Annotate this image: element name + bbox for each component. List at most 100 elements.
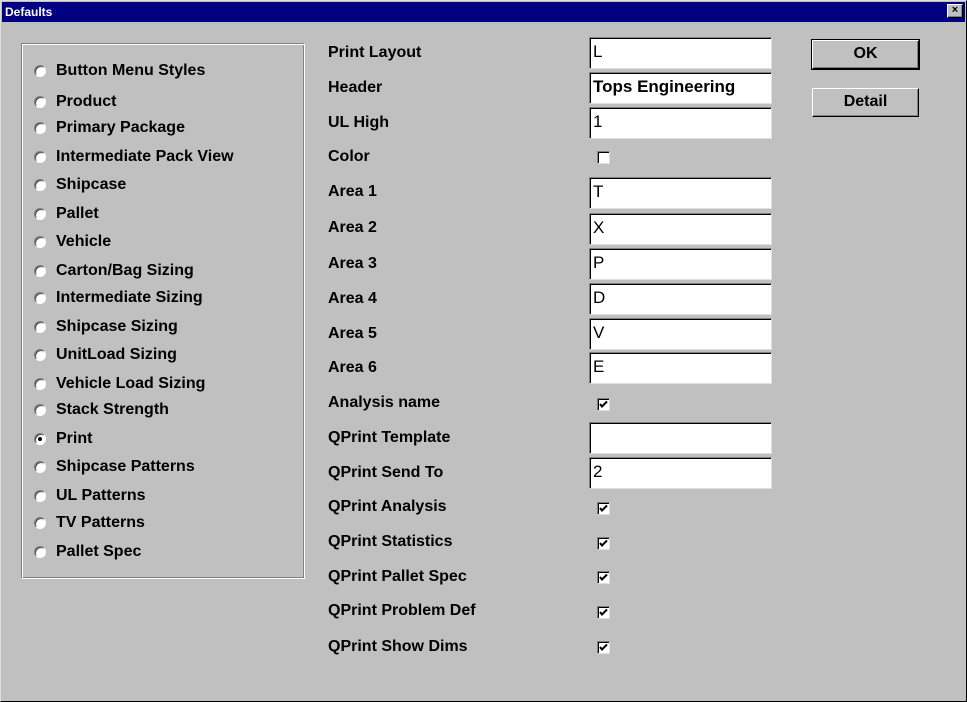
ok-button[interactable]: OK [811,39,920,70]
checkmark-icon [599,608,608,616]
radio-shipcase-sizing[interactable]: Shipcase Sizing [34,317,178,337]
radio-label: Shipcase [56,176,127,193]
area-6-field[interactable]: E [589,352,772,384]
radio-selected-icon [34,433,46,445]
area-5-field[interactable]: V [589,318,772,350]
radio-primary-package[interactable]: Primary Package [34,118,185,138]
radio-shipcase[interactable]: Shipcase [34,175,126,195]
radio-label: UL Patterns [56,487,146,504]
close-button[interactable]: × [947,4,963,18]
header-field[interactable]: Tops Engineering [589,72,772,104]
radio-icon [34,292,46,304]
checkmark-icon [599,504,608,512]
label-area-5: Area 5 [328,325,377,342]
label-area-1: Area 1 [328,183,377,200]
defaults-dialog: Defaults × Button Menu Styles Product Pr… [0,0,967,702]
label-color: Color [328,148,370,165]
area-1-field[interactable]: T [589,177,772,209]
radio-label: Intermediate Sizing [56,289,203,306]
radio-label: UnitLoad Sizing [56,346,177,363]
radio-icon [34,96,46,108]
radio-icon [34,179,46,191]
checkmark-icon [599,539,608,547]
label-qprint-template: QPrint Template [328,429,451,446]
label-area-3: Area 3 [328,255,377,272]
checkmark-icon [599,643,608,651]
radio-icon [34,517,46,529]
radio-icon [34,122,46,134]
radio-label: Shipcase Sizing [56,318,178,335]
qprint-statistics-checkbox[interactable] [597,537,610,550]
radio-pallet[interactable]: Pallet [34,204,99,224]
radio-stack-strength[interactable]: Stack Strength [34,400,169,420]
radio-print[interactable]: Print [34,429,92,449]
radio-icon [34,236,46,248]
label-area-4: Area 4 [328,290,377,307]
ul-high-field[interactable]: 1 [589,107,772,139]
checkmark-icon [599,400,608,408]
label-ul-high: UL High [328,114,390,131]
qprint-template-field[interactable] [589,422,772,454]
radio-product[interactable]: Product [34,92,116,112]
label-qprint-show-dims: QPrint Show Dims [328,638,468,655]
label-qprint-analysis: QPrint Analysis [328,498,447,515]
label-qprint-send-to: QPrint Send To [328,464,444,481]
qprint-problem-def-checkbox[interactable] [597,606,610,619]
radio-icon [34,546,46,558]
window-title: Defaults [5,5,53,19]
qprint-show-dims-checkbox[interactable] [597,641,610,654]
radio-icon [34,404,46,416]
label-header: Header [328,79,383,96]
label-qprint-statistics: QPrint Statistics [328,533,453,550]
analysis-name-checkbox[interactable] [597,398,610,411]
radio-icon [34,349,46,361]
radio-ul-patterns[interactable]: UL Patterns [34,486,146,506]
area-2-field[interactable]: X [589,213,772,245]
radio-icon [34,65,46,77]
radio-label: Button Menu Styles [56,62,206,79]
label-analysis-name: Analysis name [328,394,441,411]
radio-shipcase-patterns[interactable]: Shipcase Patterns [34,457,195,477]
radio-carton-bag-sizing[interactable]: Carton/Bag Sizing [34,261,194,281]
radio-label: Primary Package [56,119,185,136]
radio-vehicle-load-sizing[interactable]: Vehicle Load Sizing [34,374,205,394]
radio-label: Print [56,430,93,447]
label-qprint-problem-def: QPrint Problem Def [328,602,476,619]
checkmark-icon [599,573,608,581]
radio-icon [34,151,46,163]
qprint-pallet-spec-checkbox[interactable] [597,571,610,584]
radio-label: Vehicle [56,233,112,250]
title-bar[interactable]: Defaults × [2,2,965,22]
radio-label: Pallet [56,205,99,222]
radio-label: Carton/Bag Sizing [56,262,194,279]
detail-button[interactable]: Detail [812,88,919,117]
qprint-send-to-field[interactable]: 2 [589,457,772,489]
radio-label: Product [56,93,117,110]
radio-icon [34,490,46,502]
radio-icon [34,321,46,333]
radio-icon [34,461,46,473]
radio-tv-patterns[interactable]: TV Patterns [34,513,145,533]
color-checkbox[interactable] [597,151,610,164]
qprint-analysis-checkbox[interactable] [597,502,610,515]
close-icon: × [951,4,959,16]
area-3-field[interactable]: P [589,248,772,280]
radio-intermediate-sizing[interactable]: Intermediate Sizing [34,288,203,308]
label-area-6: Area 6 [328,359,377,376]
label-qprint-pallet-spec: QPrint Pallet Spec [328,568,467,585]
radio-icon [34,265,46,277]
radio-vehicle[interactable]: Vehicle [34,232,111,252]
area-4-field[interactable]: D [589,283,772,315]
radio-label: Vehicle Load Sizing [56,375,206,392]
print-layout-field[interactable]: L [589,37,772,69]
radio-pallet-spec[interactable]: Pallet Spec [34,542,141,562]
radio-icon [34,208,46,220]
radio-button-menu-styles[interactable]: Button Menu Styles [34,61,205,81]
radio-intermediate-pack-view[interactable]: Intermediate Pack View [34,147,234,167]
radio-label: Intermediate Pack View [56,148,234,165]
radio-unitload-sizing[interactable]: UnitLoad Sizing [34,345,177,365]
radio-icon [34,378,46,390]
radio-label: Stack Strength [56,401,169,418]
label-area-2: Area 2 [328,219,377,236]
label-print-layout: Print Layout [328,44,422,61]
